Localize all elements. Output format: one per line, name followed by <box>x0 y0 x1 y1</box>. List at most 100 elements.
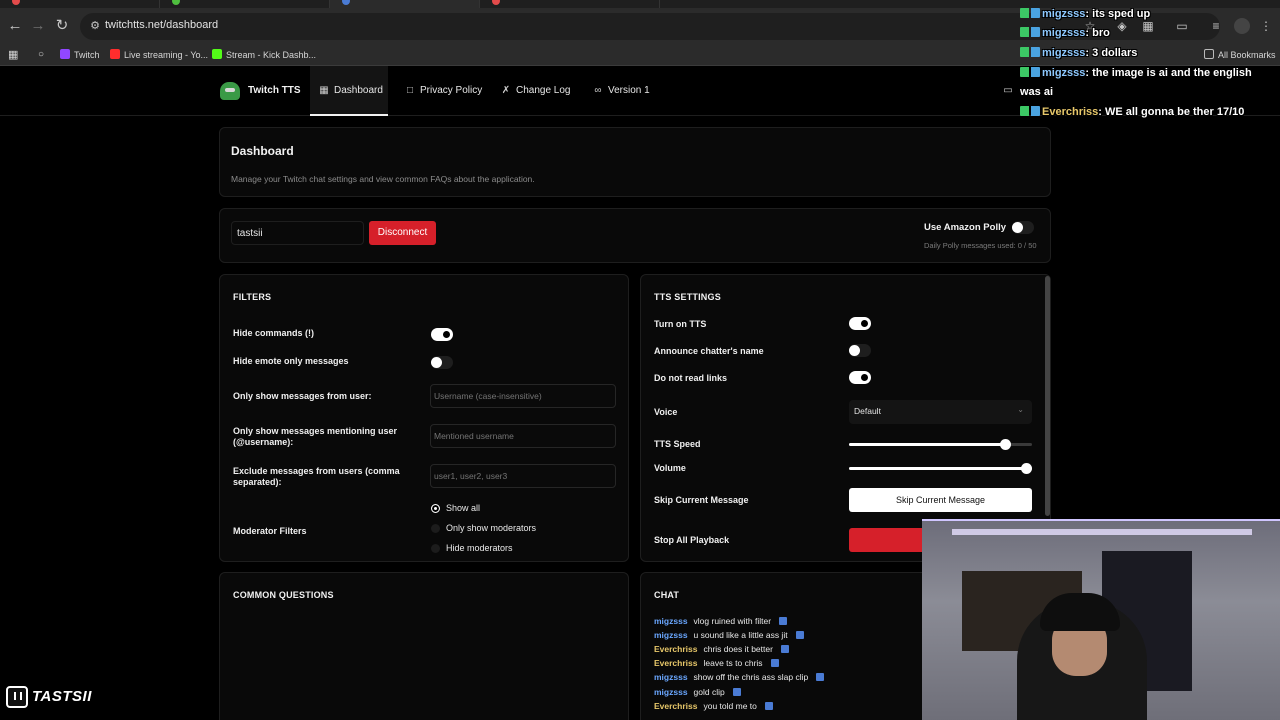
tab-favicon-icon <box>12 0 20 5</box>
all-bookmarks[interactable]: All Bookmarks <box>1204 48 1276 62</box>
moderator-filters-label: Moderator Filters <box>233 526 307 536</box>
toggle-knob <box>441 329 452 340</box>
replay-icon[interactable] <box>770 659 779 667</box>
replay-icon[interactable] <box>795 631 804 639</box>
browser-tab[interactable] <box>0 0 160 8</box>
announce-name-toggle[interactable] <box>849 344 871 357</box>
filters-title: FILTERS <box>233 292 272 302</box>
webcam-feed <box>922 519 1280 720</box>
faq-card: COMMON QUESTIONS <box>219 572 629 720</box>
replay-icon[interactable] <box>816 673 825 681</box>
overlay-username: migzsss <box>1042 67 1086 79</box>
chat-message: Everchriss chris does it better <box>654 643 789 656</box>
slider-thumb[interactable] <box>1000 439 1011 450</box>
volume-slider[interactable] <box>849 463 1032 474</box>
nav-version[interactable]: ∞ Version 1 <box>584 66 658 116</box>
puzzle-icon[interactable]: ▦ <box>1140 18 1156 34</box>
replay-icon[interactable] <box>780 645 789 653</box>
stream-name: TASTSII <box>32 688 92 705</box>
globe-icon[interactable]: ○ <box>38 48 44 62</box>
overlay-chat-line: Everchriss: WE all gonna be ther 17/10 <box>1020 106 1244 118</box>
apps-grid-icon[interactable]: ▦ <box>8 48 18 62</box>
exclude-users-input[interactable] <box>430 464 616 488</box>
tab-favicon-icon <box>342 0 350 5</box>
replay-icon[interactable] <box>764 702 773 710</box>
no-links-toggle[interactable] <box>849 371 871 384</box>
hide-commands-toggle[interactable] <box>431 328 453 341</box>
bookmark-youtube[interactable]: Live streaming - Yo... <box>110 48 208 62</box>
radio-only-moderators[interactable] <box>431 524 440 533</box>
bookmark-twitch[interactable]: Twitch <box>60 48 100 62</box>
nav-dashboard[interactable]: ▦ Dashboard <box>310 66 388 116</box>
browser-tab[interactable] <box>480 0 660 8</box>
reload-icon[interactable]: ↻ <box>52 16 72 36</box>
chat-text: vlog ruined with filter <box>693 616 772 626</box>
cast-icon[interactable]: ▭ <box>1174 18 1190 34</box>
webcam-light-strip <box>952 529 1252 535</box>
nav-change-log[interactable]: ✗ Change Log <box>492 66 579 116</box>
chat-message: migzsss u sound like a little ass jit <box>654 629 804 642</box>
toggle-knob <box>849 345 860 356</box>
volume-label: Volume <box>654 463 686 473</box>
slider-fill <box>849 443 1005 446</box>
replay-icon[interactable] <box>779 617 788 625</box>
back-arrow-icon[interactable]: ← <box>5 16 25 36</box>
channel-input[interactable] <box>231 221 364 245</box>
overlay-chat-line: migzsss: 3 dollars <box>1020 47 1137 59</box>
tts-speed-slider[interactable] <box>849 439 1032 450</box>
toggle-knob <box>1012 222 1023 233</box>
chat-badges-icon <box>1020 27 1040 37</box>
monitor-glyph: ▭ <box>1003 85 1013 96</box>
polly-toggle[interactable] <box>1012 221 1034 234</box>
radio-hide-moderators[interactable] <box>431 544 440 553</box>
filters-card: FILTERS Hide commands (!) Hide emote onl… <box>219 274 629 562</box>
site-info-icon[interactable]: ⚙ <box>88 19 102 33</box>
no-links-label: Do not read links <box>654 373 728 383</box>
radio-show-all-label: Show all <box>446 503 481 513</box>
folder-icon <box>1204 49 1214 59</box>
twitch-icon <box>6 686 28 708</box>
only-from-user-label: Only show messages from user: <box>233 391 372 401</box>
skip-message-button[interactable]: Skip Current Message <box>849 488 1032 512</box>
overlay-message: : WE all gonna be ther 17/10 <box>1098 106 1245 118</box>
forward-arrow-icon[interactable]: → <box>28 16 48 36</box>
bookmark-kick[interactable]: Stream - Kick Dashb... <box>212 48 316 62</box>
tab-favicon-icon <box>492 0 500 5</box>
radio-hide-moderators-label: Hide moderators <box>446 543 513 553</box>
tts-speed-label: TTS Speed <box>654 439 701 449</box>
replay-icon[interactable] <box>732 688 741 696</box>
profile-avatar[interactable] <box>1234 18 1250 34</box>
turn-on-tts-label: Turn on TTS <box>654 319 707 329</box>
stop-playback-label: Stop All Playback <box>654 535 730 545</box>
page-title: Dashboard <box>231 144 294 158</box>
chat-title: CHAT <box>654 590 680 600</box>
nav-label: Version 1 <box>608 85 650 96</box>
tools-icon: ✗ <box>501 85 511 96</box>
hide-emote-toggle[interactable] <box>431 356 453 369</box>
radio-show-all[interactable] <box>431 504 440 513</box>
dashboard-header-card: Dashboard Manage your Twitch chat settin… <box>219 127 1051 197</box>
skip-message-label: Skip Current Message <box>654 495 749 505</box>
browser-tab[interactable] <box>160 0 330 8</box>
disconnect-button[interactable]: Disconnect <box>369 221 436 245</box>
mentioning-user-input[interactable] <box>430 424 616 448</box>
voice-select[interactable]: Default ⌄ <box>849 400 1032 424</box>
turn-on-tts-toggle[interactable] <box>849 317 871 330</box>
toggle-knob <box>859 318 870 329</box>
chat-message: migzsss gold clip <box>654 686 741 699</box>
scrollbar-thumb[interactable] <box>1045 276 1050 516</box>
extension-icon[interactable]: ◈ <box>1114 18 1130 34</box>
browser-tab-active[interactable] <box>330 0 480 8</box>
chat-text: u sound like a little ass jit <box>693 630 788 640</box>
nav-privacy-policy[interactable]: □ Privacy Policy <box>396 66 490 116</box>
chat-message: migzsss show off the chris ass slap clip <box>654 671 825 684</box>
menu-lines-icon[interactable]: ≡ <box>1208 18 1224 34</box>
slider-thumb[interactable] <box>1021 463 1032 474</box>
kebab-menu-icon[interactable]: ⋮ <box>1258 18 1274 34</box>
tts-title: TTS SETTINGS <box>654 292 721 302</box>
chat-text: show off the chris ass slap clip <box>693 672 809 682</box>
slider-fill <box>849 467 1032 470</box>
overlay-chat-line: migzsss: the image is ai and the english <box>1020 67 1252 79</box>
kick-icon <box>212 49 222 59</box>
only-from-user-input[interactable] <box>430 384 616 408</box>
